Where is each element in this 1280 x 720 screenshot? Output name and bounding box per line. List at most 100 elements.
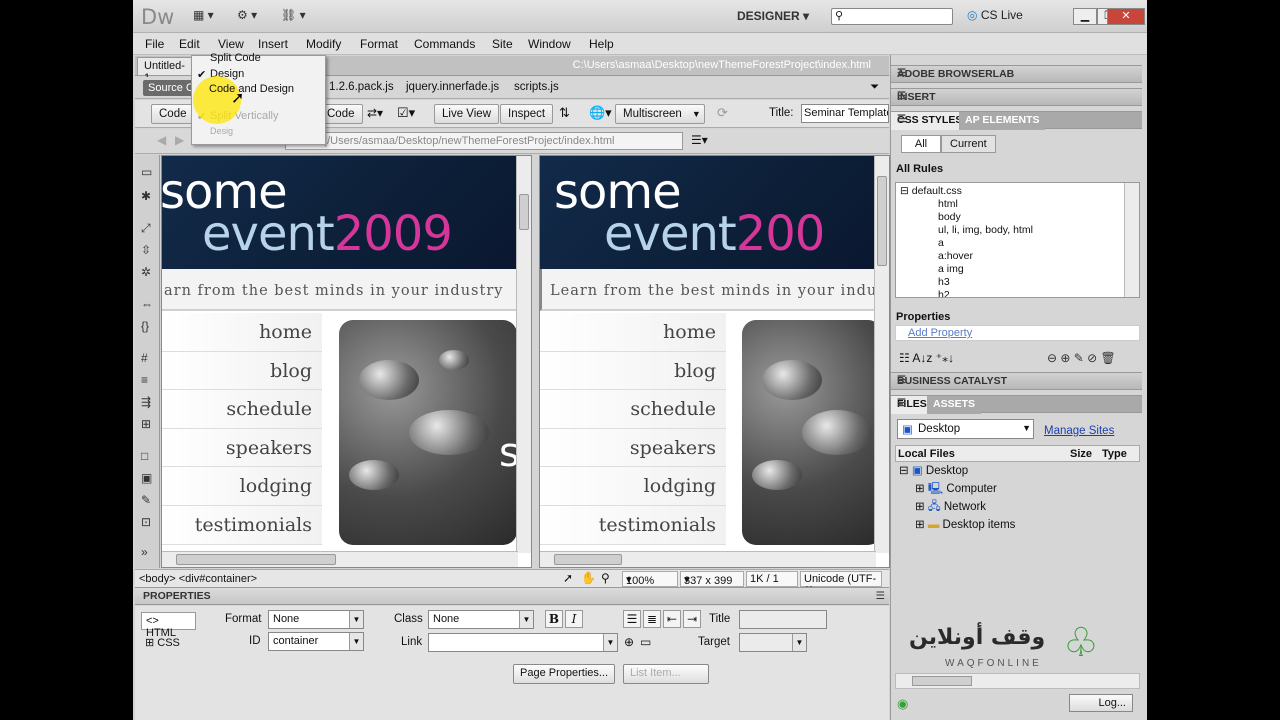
window-size-select[interactable]: 337 x 399 ▾: [680, 571, 744, 587]
live-code-icon[interactable]: ⇅: [559, 105, 570, 121]
design-pane-left[interactable]: some event2009 arn from the best minds i…: [161, 155, 532, 568]
zoom-select[interactable]: 100% ▾: [622, 571, 678, 587]
point-to-file-icon[interactable]: ⊕: [624, 635, 634, 649]
tree-root-desktop[interactable]: ⊟ ▣ Desktop: [899, 463, 968, 477]
format-select[interactable]: None ▼: [268, 610, 364, 629]
zoom-tool-icon[interactable]: ⚲: [601, 571, 610, 585]
inspect-button[interactable]: Inspect: [500, 104, 554, 124]
div-icon[interactable]: ▭: [141, 165, 152, 179]
nav-home[interactable]: home: [162, 313, 322, 352]
star-icon[interactable]: ✱: [141, 189, 151, 203]
css-rule[interactable]: html: [938, 198, 958, 210]
browserlab-panel-header[interactable]: ADOBE BROWSERLAB ☰: [891, 65, 1142, 83]
title-input[interactable]: [739, 610, 827, 629]
snippet-icon[interactable]: ▣: [141, 471, 152, 485]
stylesheet-item[interactable]: ⊟ default.css: [900, 185, 962, 197]
tag-selector[interactable]: <body> <div#container>: [139, 573, 257, 585]
css-all-toggle[interactable]: All: [901, 135, 941, 153]
dropdown-item-split-code[interactable]: Split Code: [210, 52, 261, 64]
menu-help[interactable]: Help: [589, 37, 614, 51]
comment-icon[interactable]: □: [141, 449, 148, 463]
indent-icon[interactable]: ≡: [141, 373, 148, 387]
collapse-icon[interactable]: ⇔: [141, 297, 153, 311]
add-property-link[interactable]: Add Property: [895, 325, 1140, 341]
bold-button[interactable]: B: [545, 610, 563, 628]
browser-options-icon[interactable]: ☰▾: [691, 133, 708, 147]
rules-scrollbar[interactable]: [1124, 183, 1139, 297]
sparkle-icon[interactable]: ✲: [141, 265, 151, 279]
apply-icon[interactable]: ⊡: [141, 515, 151, 529]
insert-panel-header[interactable]: INSERT ☰: [891, 88, 1142, 106]
nav-schedule[interactable]: schedule: [540, 390, 726, 429]
css-tab[interactable]: ⊞ CSS: [141, 634, 196, 652]
css-current-toggle[interactable]: Current: [941, 135, 996, 153]
nav-testimonials[interactable]: testimonials: [540, 505, 726, 545]
extend-menu-button[interactable]: ⚙ ▾: [237, 8, 257, 25]
nav-testimonials[interactable]: testimonials: [162, 505, 322, 545]
col-size[interactable]: Size: [1070, 448, 1092, 460]
code-view-button[interactable]: Code: [151, 104, 195, 124]
help-search-input[interactable]: ⚲: [831, 8, 953, 25]
filter-icon[interactable]: ⏷: [870, 81, 879, 94]
more-icon[interactable]: »: [141, 545, 148, 559]
css-rule[interactable]: body: [938, 211, 961, 223]
pen-icon[interactable]: ✎: [141, 493, 151, 507]
menu-insert[interactable]: Insert: [258, 37, 288, 51]
multiscreen-button[interactable]: Multiscreen ▼: [615, 104, 705, 124]
close-button[interactable]: ✕: [1107, 8, 1145, 25]
left-pane-vertical-scrollbar[interactable]: [516, 156, 531, 553]
nav-blog[interactable]: blog: [162, 351, 322, 391]
css-rule[interactable]: h3: [938, 276, 950, 288]
cs-live-button[interactable]: ◎ CS Live: [967, 8, 1023, 22]
css-rule[interactable]: h2: [938, 289, 950, 297]
indent-icon[interactable]: ⇥: [683, 610, 701, 628]
css-rule[interactable]: a img: [938, 263, 964, 275]
arrow-icon[interactable]: ⤢: [141, 221, 151, 236]
related-file[interactable]: scripts.js: [514, 81, 559, 93]
tree-item-network[interactable]: ⊞ 🖧 Network: [915, 499, 986, 518]
dropdown-item-code-and-design[interactable]: Code and Design: [209, 83, 294, 95]
menu-format[interactable]: Format: [360, 37, 398, 51]
tree-item-computer[interactable]: ⊞ 🖳 Computer: [915, 481, 997, 500]
select-tool-icon[interactable]: ➚: [563, 571, 573, 585]
refresh-icon[interactable]: ⟳: [717, 105, 728, 121]
class-select[interactable]: None ▼: [428, 610, 534, 629]
wrap-icon[interactable]: ⊞: [141, 417, 151, 431]
right-pane-horizontal-scrollbar[interactable]: [540, 551, 876, 567]
css-rule[interactable]: a: [938, 237, 944, 249]
manage-sites-link[interactable]: Manage Sites: [1044, 425, 1114, 437]
design-pane-right[interactable]: some event200 Learn from the best minds …: [539, 155, 890, 568]
target-select[interactable]: ▼: [739, 633, 807, 652]
panel-menu-icon[interactable]: ☰: [897, 68, 1138, 79]
nav-lodging[interactable]: lodging: [540, 467, 726, 506]
browse-folder-icon[interactable]: ▭: [640, 635, 651, 649]
panel-menu-icon[interactable]: ☰: [897, 114, 1138, 125]
back-icon[interactable]: ◀: [157, 133, 166, 147]
link-input[interactable]: ▼: [428, 633, 618, 652]
menu-view[interactable]: View: [218, 37, 244, 51]
panel-menu-icon[interactable]: ☰: [897, 91, 1138, 102]
format-icon[interactable]: ⇶: [141, 395, 151, 409]
expand-icon[interactable]: ⇳: [141, 243, 151, 257]
page-properties-button[interactable]: Page Properties...: [513, 664, 616, 684]
nav-speakers[interactable]: speakers: [162, 428, 322, 468]
brace-icon[interactable]: {}: [141, 319, 149, 333]
outdent-icon[interactable]: ⇤: [663, 610, 681, 628]
forward-icon[interactable]: ▶: [175, 133, 184, 147]
html-tab[interactable]: <> HTML: [141, 612, 196, 639]
business-catalyst-header[interactable]: BUSINESS CATALYST ☰: [891, 372, 1142, 390]
italic-button[interactable]: I: [565, 610, 583, 628]
menu-modify[interactable]: Modify: [306, 37, 341, 51]
hand-tool-icon[interactable]: ✋: [581, 571, 596, 585]
tree-item-desktop-items[interactable]: ⊞ ▬ Desktop items: [915, 517, 1015, 531]
workspace-switcher[interactable]: DESIGNER ▾: [737, 9, 809, 23]
css-rules-tree[interactable]: ⊟ default.css html body ul, li, img, bod…: [895, 182, 1140, 298]
related-file[interactable]: jquery.innerfade.js: [406, 81, 499, 93]
css-view-icons[interactable]: ☷ A↓z ⁺⁎↓: [899, 351, 954, 365]
menu-window[interactable]: Window: [528, 37, 571, 51]
left-pane-horizontal-scrollbar[interactable]: [162, 551, 518, 567]
ordered-list-icon[interactable]: ≣: [643, 610, 661, 628]
site-menu-button[interactable]: ⛓ ▾: [281, 8, 306, 25]
live-view-button[interactable]: Live View: [434, 104, 500, 124]
page-title-input[interactable]: Seminar Template: [801, 104, 889, 123]
